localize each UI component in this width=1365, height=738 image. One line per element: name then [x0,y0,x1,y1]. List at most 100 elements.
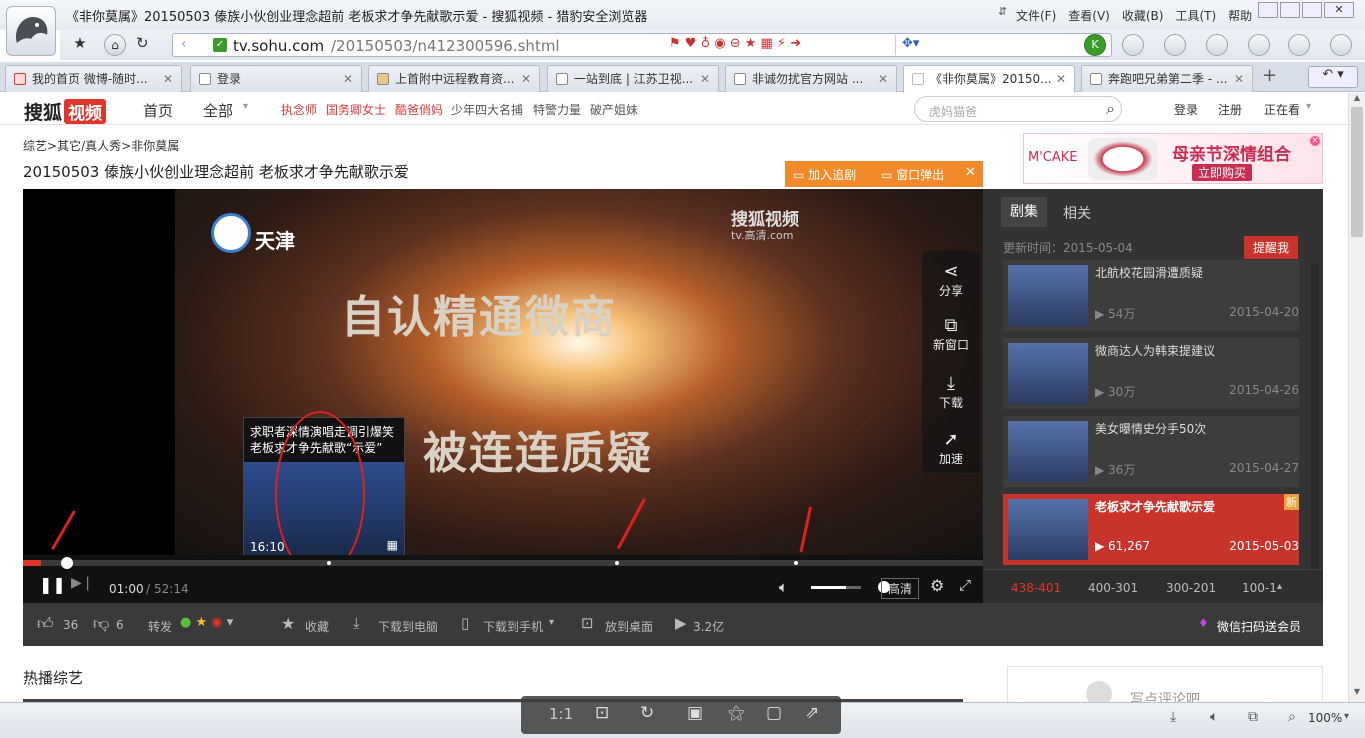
progress-track[interactable] [23,557,983,569]
nav-link-kuba[interactable]: 酷爸俏妈 [395,101,443,118]
tab-close-icon[interactable]: ✕ [343,66,353,92]
tab-login[interactable]: 登录 ✕ [190,65,362,92]
minimize-icon[interactable] [1280,2,1300,18]
breadcrumb-zongyi[interactable]: 综艺 [23,139,47,153]
vip-link[interactable]: 微信扫码送会员 [1217,618,1301,635]
download-pc-button[interactable]: 下载到电脑 [378,618,438,635]
tab-education[interactable]: 上首附中远程教育资... ✕ [368,65,540,92]
menu-file[interactable]: 文件(F) [1016,7,1056,24]
k-icon[interactable]: K [1084,34,1106,56]
account-icon[interactable] [1206,34,1228,56]
menu-arrows-icon[interactable]: ⇵ [998,5,1007,18]
page-range[interactable]: 300-201 [1166,581,1216,595]
episode-item-current[interactable]: 老板求才争先献歌示爱 ▶ 61,267 2015-05-03 新 [1003,494,1299,565]
thumbs-down-icon[interactable]: 👎︎ [93,614,109,634]
register-link[interactable]: 注册 [1218,101,1242,118]
tab-close-icon[interactable]: ✕ [1056,66,1066,92]
fullscreen-icon[interactable]: ⤢ [959,576,971,594]
tab-close-icon[interactable]: ✕ [878,66,888,92]
menu-help[interactable]: 帮助 [1228,7,1252,24]
download-phone-button[interactable]: 下载到手机 [483,618,543,635]
video-player[interactable]: 天津 搜狐视频 tv.高清.com 自认精通微商 被连连质疑 ⋖ 分享 ⧉ 新窗口 … [23,189,998,603]
tab-jiangsu[interactable]: 一站到底 | 江苏卫视... ✕ [547,65,719,92]
zoom-level[interactable]: 100% [1308,711,1342,725]
search-box[interactable]: ✥▾ ⌕ [895,35,1111,55]
menu-tools[interactable]: 工具(T) [1175,7,1216,24]
episode-item[interactable]: 北航校花园滑遭质疑 ▶ 54万 2015-04-20 [1003,260,1299,331]
episode-item[interactable]: 微商达人为韩束提建议 ▶ 30万 2015-04-26 [1003,338,1299,409]
search-icon[interactable]: ⌕ [1106,99,1115,119]
page-scrollbar[interactable]: ▲ ▼ [1348,93,1365,702]
thumbs-up-icon[interactable]: 👍︎ [37,614,54,634]
more-icon[interactable] [1330,34,1352,56]
address-bar[interactable]: ‹ ✓ tv.sohu.com /20150503/n412300596.sht… [172,33,1112,57]
actual-size-button[interactable]: 1:1 [549,705,573,723]
menu-view[interactable]: 查看(V) [1068,7,1110,24]
download-pc-icon[interactable]: ⤓ [353,614,360,632]
extension-icons[interactable]: ⚑ ♥ ♁ ◉ ⊖ ★ ▦ ⚡ ➜ [669,36,801,51]
maximize-icon[interactable] [1302,2,1322,18]
sidebar-scrollbar[interactable] [1311,264,1319,574]
chapter-marker[interactable] [615,561,619,565]
back-icon[interactable]: ‹ [181,36,187,52]
tab-weibo[interactable]: 我的首页 微博-随时... ✕ [5,65,182,92]
next-icon[interactable]: ▶❘ [71,575,94,591]
tab-close-icon[interactable]: ✕ [163,66,173,92]
new-window-button[interactable]: ⧉ 新窗口 [922,315,980,353]
window-icon[interactable]: ⧉ [1248,709,1258,725]
tool-icon[interactable] [1164,34,1186,56]
download-icon[interactable] [1122,34,1144,56]
download-button[interactable]: ⤓ 下载 [922,373,980,411]
home-icon[interactable]: ⌂ [104,34,126,56]
tab-episodes[interactable]: 剧集 [1001,197,1047,227]
tab-feinimoshu[interactable]: 《非你莫属》20150... ✕ [903,65,1075,93]
tab-close-icon[interactable]: ✕ [521,66,531,92]
accelerate-button[interactable]: ➚ 加速 [922,429,980,467]
rotate-icon[interactable]: ↻ [640,703,654,723]
undo-tab-icon[interactable]: ↶ ▾ [1308,66,1358,88]
desktop-button[interactable]: 放到桌面 [605,618,653,635]
site-search[interactable]: 虎妈猫爸 ⌕ [914,96,1122,122]
breadcrumb-zhenrenxiu[interactable]: 其它/真人秀 [57,139,121,153]
site-search-input[interactable]: 虎妈猫爸 [929,103,977,120]
cloud-icon[interactable] [1248,34,1270,56]
share-icon[interactable]: ⇗ [805,703,819,723]
page-range[interactable]: 100-1 [1242,581,1277,595]
nav-link-tejing[interactable]: 特警力量 [533,101,581,118]
page-range-current[interactable]: 438-401 [1011,581,1061,595]
comment-box[interactable]: 写点评论吧 [1007,666,1323,708]
star-icon[interactable]: ★ [68,34,92,56]
volume-icon[interactable]: 🔈︎ [779,578,788,596]
scroll-thumb[interactable] [1351,107,1363,237]
login-link[interactable]: 登录 [1174,101,1198,118]
download-icon[interactable]: ⤓ [1170,709,1176,725]
phone-icon[interactable]: ▯ [461,614,469,632]
favorite-button[interactable]: 收藏 [305,618,329,635]
page-range[interactable]: 400-301 [1088,581,1138,595]
share-button[interactable]: ⋖ 分享 [922,261,980,299]
tab-close-icon[interactable]: ✕ [1234,66,1244,92]
menu-favorites[interactable]: 收藏(B) [1122,7,1164,24]
tab-feicheng[interactable]: 非诚勿扰官方网站 ... ✕ [725,65,897,92]
nav-link-zhinianshi[interactable]: 执念师 [281,101,317,118]
screen-icon[interactable]: ▢ [766,703,782,723]
nav-link-shaonian[interactable]: 少年四大名捕 [451,101,523,118]
nav-link-pochan[interactable]: 破产姐妹 [590,101,638,118]
breadcrumb-feinimoshu[interactable]: 非你莫属 [131,139,179,153]
scroll-down-icon[interactable]: ▼ [1351,687,1363,699]
popout-button[interactable]: ▭ 窗口弹出 [881,166,944,183]
save-icon[interactable]: ▣ [687,703,703,723]
volume-icon[interactable]: 🔈︎ [1210,709,1218,725]
watching-link[interactable]: 正在看 [1264,101,1300,118]
add-follow-button[interactable]: ▭ 加入追剧 [793,166,856,183]
chapter-marker[interactable] [68,561,72,565]
close-icon[interactable]: ✕ [965,165,976,180]
remind-button[interactable]: 提醒我 [1244,236,1299,259]
episode-item[interactable]: 美女曝情史分手50次 ▶ 36万 2015-04-27 [1003,416,1299,487]
ad-buy-button[interactable]: 立即购买 [1192,164,1253,181]
chapter-marker[interactable] [327,561,331,565]
scroll-up-icon[interactable]: ▲ [1351,93,1363,105]
skin-icon[interactable] [1258,2,1278,18]
pause-icon[interactable]: ❚❚ [39,575,66,594]
ad-banner[interactable]: M'CAKE 母亲节深情组合 立即购买 ✕ [1023,133,1323,184]
